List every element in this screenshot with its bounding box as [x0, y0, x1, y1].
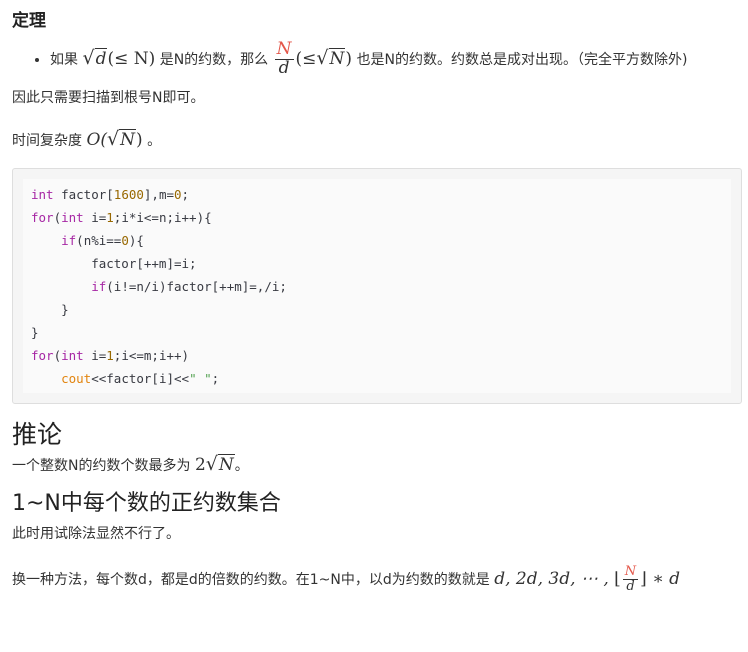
bullet-prefix: 如果 [50, 51, 78, 68]
section-seq: d, 2d, 3d, ⋯ , [494, 568, 615, 589]
scan-paragraph: 因此只需要扫描到根号N即可。 [12, 89, 205, 106]
code-line: } [31, 301, 69, 317]
code-line: } [31, 324, 39, 340]
section-line2-math: d, 2d, 3d, ⋯ , ⌊ Nd ⌋ ∗ d [494, 565, 681, 593]
complexity-close: ) [136, 129, 143, 150]
math-close: ) [345, 48, 353, 69]
corollary-text-suffix: 。 [234, 457, 249, 474]
code-line: cout<<factor[i]<<" "; [61, 370, 220, 386]
bullet-part2: 也是N的约数。约数总是成对出现。（完全平方数除外) [356, 51, 688, 68]
section-line2-prefix: 换一种方法，每个数d，都是d的倍数的约数。在1~N中，以d为约数的数就是 [12, 571, 490, 588]
math-frac-expr: Nd (≤√N) [274, 39, 353, 78]
code-line: if(i!=n/i)factor[++m]=,/i; [91, 278, 287, 294]
corollary-paragraph: 一个整数N的约数个数最多为 2√N。 [12, 450, 736, 480]
section-line1: 此时用试除法显然不行了。 [12, 525, 180, 542]
theorem-heading: 定理 [12, 11, 46, 31]
corollary-text-prefix: 一个整数N的约数个数最多为 [12, 457, 191, 474]
corollary-coef: 2 [194, 454, 206, 475]
complexity-math: O(√N) [86, 127, 143, 150]
theorem-list: 如果 √d(≤ N) 是N的约数，那么 Nd(≤√N) 也是N的约数。约数总是成… [12, 39, 736, 78]
bullet-part1: 是N的约数，那么 [159, 51, 269, 68]
complexity-end: 。 [147, 132, 162, 149]
floor-close: ⌋ [640, 568, 647, 589]
theorem-bullet: 如果 √d(≤ N) 是N的约数，那么 Nd(≤√N) 也是N的约数。约数总是成… [50, 39, 736, 78]
math-frac-den: d [278, 57, 290, 78]
corollary-sqrt-arg: N [217, 453, 235, 475]
math-le-n: (≤ N) [107, 48, 156, 69]
code-line: if(n%i==0){ [61, 232, 144, 248]
complexity-paragraph: 时间复杂度 O(√N) 。 [12, 124, 736, 156]
code-line: for(int i=1;i<=m;i++) [31, 347, 190, 363]
code-inner: int factor[1600],m=0; for(int i=1;i*i<=n… [23, 178, 731, 393]
math-le-open: (≤ [295, 48, 317, 69]
code-line: int factor[1600],m=0; [31, 186, 190, 202]
corollary-math: 2√N [194, 452, 235, 475]
complexity-o: O( [86, 129, 108, 150]
math-sqrt-n: N [328, 47, 346, 69]
section-line2: 换一种方法，每个数d，都是d的倍数的约数。在1~N中，以d为约数的数就是 d, … [12, 564, 736, 595]
code-line: factor[++m]=i; [31, 255, 197, 271]
floor-num: N [622, 564, 639, 580]
floor-den: d [626, 578, 635, 594]
section-tail: ∗ d [652, 568, 681, 589]
corollary-heading: 推论 [12, 419, 63, 449]
math-sqrt-d-arg: d [94, 47, 108, 69]
complexity-label: 时间复杂度 [12, 132, 82, 149]
code-block: int factor[1600],m=0; for(int i=1;i*i<=n… [12, 167, 742, 404]
floor-open: ⌊ [614, 568, 621, 589]
code-text[interactable]: int factor[1600],m=0; for(int i=1;i*i<=n… [31, 183, 723, 390]
section-heading: 1~N中每个数的正约数集合 [12, 490, 281, 516]
article: 定理 如果 √d(≤ N) 是N的约数，那么 Nd(≤√N) 也是N的约数。约数… [0, 0, 748, 652]
complexity-arg: N [119, 128, 137, 150]
code-line: for(int i=1;i*i<=n;i++){ [31, 209, 212, 225]
math-sqrt-d: √d(≤ N) [82, 46, 156, 69]
